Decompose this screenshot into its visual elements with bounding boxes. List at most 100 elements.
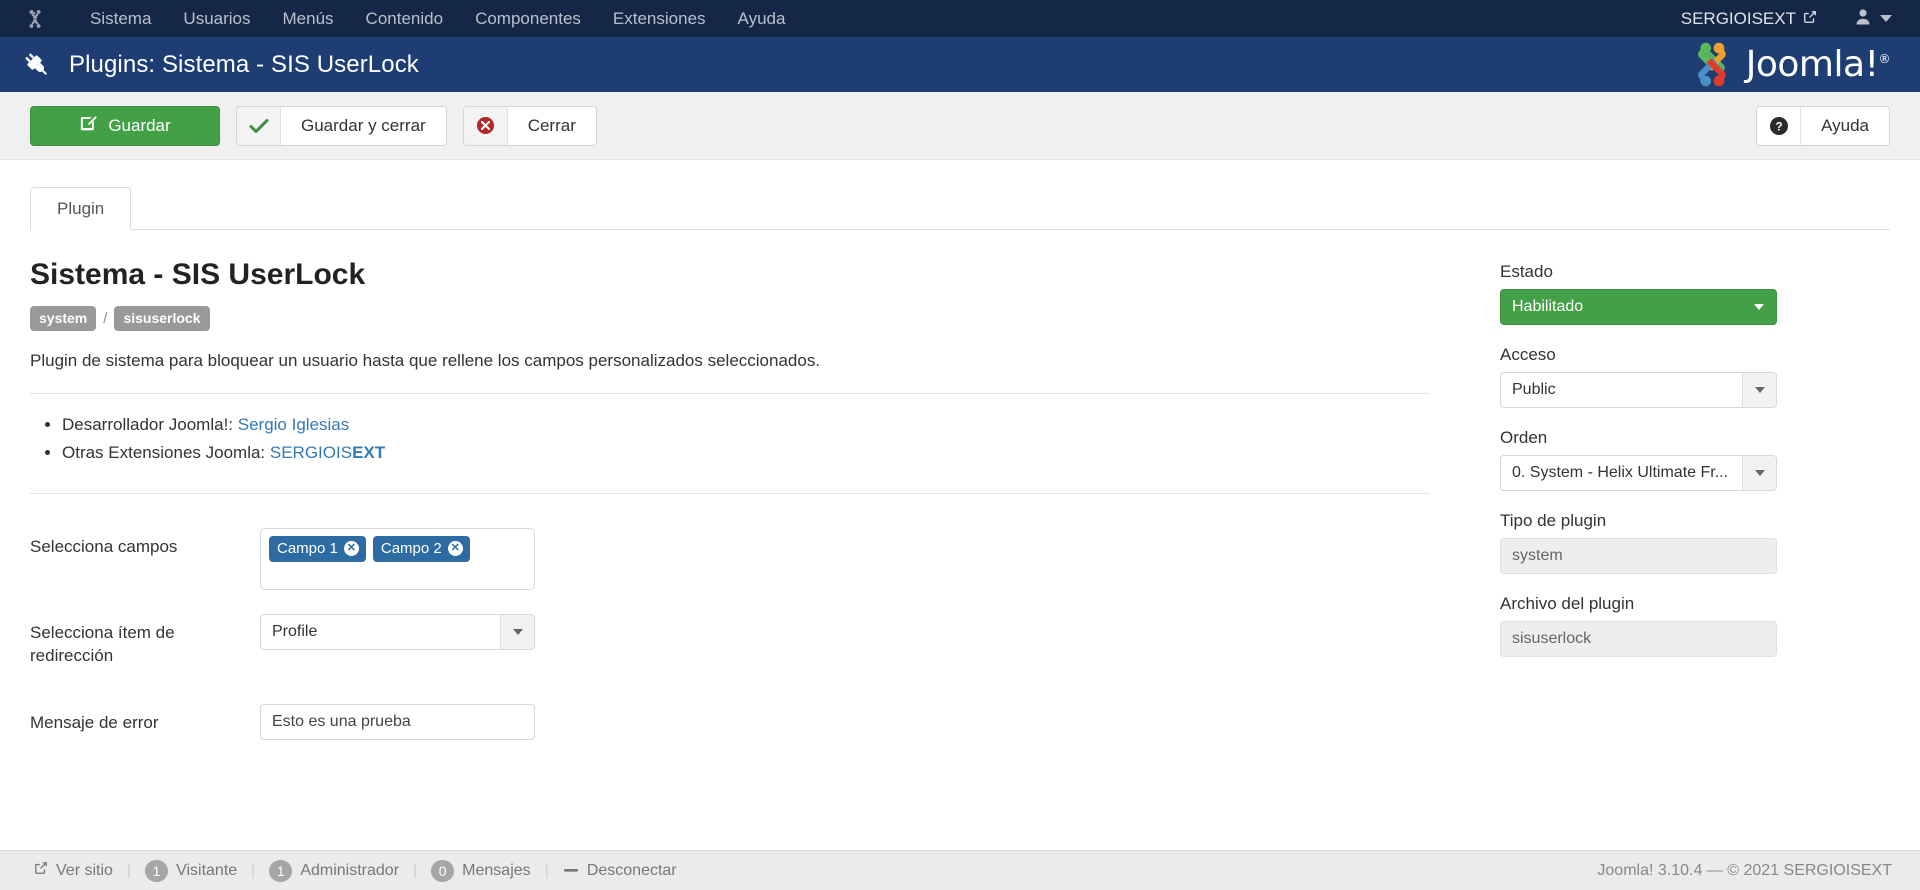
- cancel-circle-icon: [463, 106, 508, 145]
- site-name-label: SERGIOISEXT: [1680, 8, 1796, 28]
- save-pencil-icon: [79, 114, 98, 138]
- admins-label: Administrador: [300, 861, 400, 879]
- nav-item-usuarios[interactable]: Usuarios: [167, 0, 266, 37]
- extensions-label: Otras Extensiones Joomla:: [62, 443, 270, 463]
- messages-label: Mensajes: [462, 861, 531, 879]
- badge-separator: /: [103, 310, 108, 327]
- view-site-link[interactable]: Ver sitio: [20, 861, 127, 880]
- tab-bar: Plugin: [30, 186, 1890, 230]
- plugin-form: Selecciona campos Campo 1 ✕ Campo 2 ✕ Se…: [30, 527, 1460, 740]
- chip-campo-2[interactable]: Campo 2 ✕: [372, 535, 470, 562]
- nav-item-sistema[interactable]: Sistema: [74, 0, 167, 37]
- developer-link[interactable]: Sergio Iglesias: [238, 415, 350, 434]
- redirect-item-label: Selecciona ítem de redirección: [30, 622, 175, 665]
- remove-circle-icon[interactable]: ✕: [343, 540, 359, 556]
- nav-item-ayuda[interactable]: Ayuda: [722, 0, 802, 37]
- save-and-close-button[interactable]: Guardar y cerrar: [236, 105, 447, 146]
- save-and-close-label: Guardar y cerrar: [301, 115, 426, 135]
- logout-link[interactable]: Desconectar: [549, 862, 691, 880]
- plugin-file-label: Archivo del plugin: [1500, 594, 1635, 613]
- svg-text:?: ?: [1775, 121, 1782, 133]
- messages-status[interactable]: 0 Mensajes: [417, 859, 544, 882]
- left-column: Sistema - SIS UserLock system / sisuserl…: [30, 258, 1460, 764]
- content-area: Plugin Sistema - SIS UserLock system / s…: [0, 186, 1920, 764]
- copyright-text: Joomla! 3.10.4 — © 2021 SERGIOISEXT: [1597, 861, 1892, 879]
- site-name-link[interactable]: SERGIOISEXT: [1681, 9, 1817, 29]
- redirect-item-value: Profile: [272, 622, 318, 640]
- chevron-down-icon[interactable]: [1742, 373, 1776, 407]
- page-header-bar: Plugins: Sistema - SIS UserLock Joomla!®: [0, 37, 1920, 92]
- page-title: Plugins: Sistema - SIS UserLock: [69, 50, 419, 78]
- chevron-down-icon[interactable]: [1742, 290, 1776, 324]
- nav-item-componentes[interactable]: Componentes: [459, 0, 597, 37]
- nav-item-menus[interactable]: Menús: [267, 0, 350, 37]
- plugin-type-value: system: [1500, 538, 1777, 574]
- help-button[interactable]: ? Ayuda: [1756, 105, 1890, 146]
- credits-list: Desarrollador Joomla!: Sergio Iglesias O…: [30, 412, 1460, 467]
- joomla-symbol-icon: [1697, 42, 1726, 86]
- chevron-down-icon: [1880, 15, 1892, 22]
- ordering-select[interactable]: 0. System - Helix Ultimate Fr...: [1500, 455, 1777, 491]
- chip-label: Campo 2: [380, 539, 442, 557]
- admins-status[interactable]: 1 Administrador: [255, 859, 413, 882]
- form-row-select-fields: Selecciona campos Campo 1 ✕ Campo 2 ✕: [30, 527, 1460, 590]
- remove-circle-icon[interactable]: ✕: [447, 540, 463, 556]
- joomla-logo: Joomla!®: [1684, 41, 1898, 89]
- chips-input[interactable]: Campo 1 ✕ Campo 2 ✕: [260, 527, 535, 590]
- messages-count: 0: [431, 859, 455, 882]
- toolbar: Guardar Guardar y cerrar Cerrar ? Ayuda: [0, 92, 1920, 160]
- sidebar-group-plugin-type: Tipo de plugin system: [1500, 511, 1780, 574]
- logout-label: Desconectar: [586, 861, 677, 879]
- sidebar-group-plugin-file: Archivo del plugin sisuserlock: [1500, 594, 1780, 657]
- select-fields-control: Campo 1 ✕ Campo 2 ✕: [260, 527, 535, 590]
- save-button-label: Guardar: [108, 115, 171, 135]
- access-label: Acceso: [1500, 345, 1556, 364]
- redirect-item-select[interactable]: Profile: [260, 613, 535, 650]
- extensions-link[interactable]: SERGIOISEXT: [270, 443, 385, 462]
- plugin-description: Plugin de sistema para bloquear un usuar…: [30, 351, 821, 370]
- topnav-right-group: SERGIOISEXT: [1681, 8, 1898, 30]
- chevron-down-icon[interactable]: [500, 614, 534, 649]
- divider-top: [30, 393, 1430, 394]
- extensions-link-text: SERGIOIS: [269, 443, 353, 463]
- plug-icon: [22, 50, 52, 80]
- status-label: Estado: [1500, 262, 1553, 281]
- visitors-status[interactable]: 1 Visitante: [131, 859, 251, 882]
- chevron-down-icon[interactable]: [1742, 456, 1776, 490]
- tab-plugin[interactable]: Plugin: [30, 187, 132, 230]
- close-button-label: Cerrar: [527, 115, 576, 135]
- user-menu-button[interactable]: [1855, 8, 1892, 30]
- close-button[interactable]: Cerrar: [462, 105, 597, 146]
- joomla-mark-icon[interactable]: [22, 6, 48, 32]
- nav-item-contenido[interactable]: Contenido: [350, 0, 460, 37]
- plugin-heading: Sistema - SIS UserLock: [30, 258, 366, 291]
- chip-campo-1[interactable]: Campo 1 ✕: [269, 535, 366, 562]
- badge-plugin-name: sisuserlock: [114, 306, 210, 331]
- nav-item-extensiones[interactable]: Extensiones: [597, 0, 722, 37]
- status-bar: Ver sitio | 1 Visitante | 1 Administrado…: [0, 850, 1920, 890]
- admins-count: 1: [269, 859, 293, 882]
- list-item: Otras Extensiones Joomla: SERGIOISEXT: [62, 440, 1460, 466]
- question-circle-icon: ?: [1757, 106, 1802, 145]
- save-button[interactable]: Guardar: [30, 105, 220, 146]
- joomla-wordmark: Joomla!®: [1746, 44, 1891, 85]
- plugin-file-value: sisuserlock: [1500, 621, 1777, 657]
- user-icon: [1855, 8, 1871, 30]
- main-columns: Sistema - SIS UserLock system / sisuserl…: [30, 230, 1890, 764]
- error-message-input[interactable]: [260, 703, 535, 740]
- sidebar-group-access: Acceso Public: [1500, 345, 1780, 408]
- toolbar-right-group: ? Ayuda: [1756, 105, 1890, 146]
- access-select[interactable]: Public: [1500, 372, 1777, 408]
- form-row-error-message: Mensaje de error: [30, 703, 1460, 740]
- chip-label: Campo 1: [277, 539, 338, 557]
- plugin-badges: system / sisuserlock: [30, 306, 1460, 331]
- external-link-icon: [1803, 9, 1817, 29]
- status-select[interactable]: Habilitado: [1500, 289, 1777, 325]
- divider-bottom: [30, 492, 1430, 494]
- view-site-label: Ver sitio: [56, 861, 113, 879]
- top-navigation-bar: Sistema Usuarios Menús Contenido Compone…: [0, 0, 1920, 37]
- status-value: Habilitado: [1512, 298, 1584, 315]
- error-message-label: Mensaje de error: [30, 712, 159, 732]
- status-bar-left: Ver sitio | 1 Visitante | 1 Administrado…: [20, 859, 691, 882]
- sidebar-group-status: Estado Habilitado: [1500, 262, 1780, 325]
